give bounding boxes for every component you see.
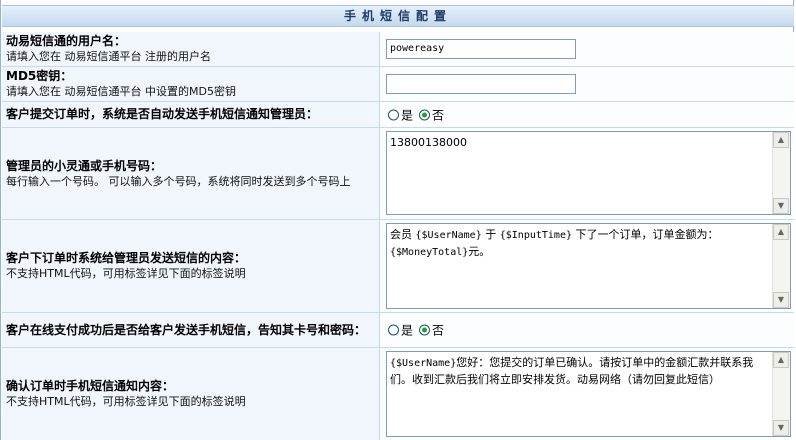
admin-phone-textarea[interactable]: 13800138000 ▲ ▼	[386, 131, 791, 215]
row-username: 动易短信通的用户名： 请填入您在 动易短信通平台 注册的用户名 powereas…	[2, 32, 794, 67]
scroll-up-icon[interactable]: ▲	[773, 352, 789, 368]
textarea-text: 13800138000	[390, 136, 467, 149]
radio-no[interactable]	[419, 324, 431, 336]
radio-yes[interactable]	[388, 109, 399, 120]
field-title: 客户提交订单时，系统是否自动发送手机短信通知管理员：	[6, 107, 319, 121]
username-input[interactable]: powereasy	[386, 39, 576, 59]
label-cell: 管理员的小灵通或手机号码： 每行输入一个号码。 可以输入多个号码，系统将同时发送…	[2, 128, 380, 219]
label-cell: 客户提交订单时，系统是否自动发送手机短信通知管理员：	[2, 102, 380, 127]
scroll-up-icon[interactable]: ▲	[773, 224, 789, 240]
scroll-down-icon[interactable]: ▼	[773, 420, 789, 436]
value-cell	[380, 67, 794, 101]
label-cell: 动易短信通的用户名： 请填入您在 动易短信通平台 注册的用户名	[2, 32, 380, 66]
confirm-message-textarea[interactable]: {$UserName}您好：您提交的订单已确认。请按订单中的金额汇款并联系我们。…	[386, 351, 791, 437]
radio-no-label: 否	[432, 108, 445, 122]
section-header: 手机短信配置	[2, 5, 794, 27]
field-title: 管理员的小灵通或手机号码：	[6, 158, 163, 173]
row-order-message: 客户下订单时系统给管理员发送短信的内容： 不支持HTML代码，可用标签详见下面的…	[2, 220, 794, 313]
scrollbar[interactable]: ▲ ▼	[772, 224, 790, 308]
label-cell: 客户在线支付成功后是否给客户发送手机短信，告知其卡号和密码：	[2, 313, 380, 347]
scrollbar[interactable]: ▲ ▼	[772, 352, 790, 436]
radio-no-label: 否	[432, 323, 445, 338]
value-cell: 13800138000 ▲ ▼	[380, 128, 794, 219]
scroll-up-icon[interactable]: ▲	[773, 132, 789, 148]
row-pay-notify: 客户在线支付成功后是否给客户发送手机短信，告知其卡号和密码： 是 否	[2, 313, 794, 348]
scrollbar[interactable]: ▲ ▼	[772, 132, 790, 214]
label-cell: 确认订单时手机短信通知内容： 不支持HTML代码，可用标签详见下面的标签说明	[2, 348, 380, 440]
scroll-down-icon[interactable]: ▼	[773, 292, 789, 308]
value-cell: 是 否	[380, 313, 794, 347]
field-description: 不支持HTML代码，可用标签详见下面的标签说明	[6, 267, 246, 280]
field-title: 客户在线支付成功后是否给客户发送手机短信，告知其卡号和密码：	[6, 322, 367, 337]
md5-key-input[interactable]	[386, 74, 576, 94]
radio-yes[interactable]	[388, 324, 399, 336]
radio-yes-label: 是	[401, 108, 414, 122]
textarea-text: {$UserName}您好：您提交的订单已确认。请按订单中的金额汇款并联系我们。…	[390, 356, 754, 386]
radio-yes-label: 是	[401, 323, 414, 338]
pay-notify-radio-group: 是 否	[388, 322, 444, 339]
scroll-down-icon[interactable]: ▼	[773, 198, 789, 214]
radio-no[interactable]	[419, 109, 431, 120]
label-cell: 客户下订单时系统给管理员发送短信的内容： 不支持HTML代码，可用标签详见下面的…	[2, 220, 380, 312]
row-confirm-message: 确认订单时手机短信通知内容： 不支持HTML代码，可用标签详见下面的标签说明 {…	[2, 348, 794, 440]
value-cell: powereasy	[380, 32, 794, 66]
value-cell: {$UserName}您好：您提交的订单已确认。请按订单中的金额汇款并联系我们。…	[380, 348, 794, 440]
value-cell: 是 否	[380, 102, 794, 127]
order-message-textarea[interactable]: 会员 {$UserName} 于 {$InputTime} 下了一个订单，订单金…	[386, 223, 791, 309]
field-title: MD5密钥：	[6, 69, 73, 83]
field-description: 每行输入一个号码。 可以输入多个号码，系统将同时发送到多个号码上	[6, 174, 351, 188]
label-cell: MD5密钥： 请填入您在 动易短信通平台 中设置的MD5密钥	[2, 67, 380, 101]
row-md5-key: MD5密钥： 请填入您在 动易短信通平台 中设置的MD5密钥	[2, 67, 794, 102]
value-cell: 会员 {$UserName} 于 {$InputTime} 下了一个订单，订单金…	[380, 220, 794, 312]
textarea-text: 会员 {$UserName} 于 {$InputTime} 下了一个订单，订单金…	[390, 228, 719, 258]
field-title: 动易短信通的用户名：	[6, 34, 127, 48]
field-description: 请填入您在 动易短信通平台 中设置的MD5密钥	[6, 85, 236, 98]
field-title: 确认订单时手机短信通知内容：	[6, 379, 175, 393]
field-description: 请填入您在 动易短信通平台 注册的用户名	[6, 50, 211, 63]
row-admin-phone: 管理员的小灵通或手机号码： 每行输入一个号码。 可以输入多个号码，系统将同时发送…	[2, 128, 794, 220]
order-notify-radio-group: 是 否	[388, 106, 444, 123]
settings-panel: 手机短信配置 动易短信通的用户名： 请填入您在 动易短信通平台 注册的用户名 p…	[0, 0, 794, 440]
field-title: 客户下订单时系统给管理员发送短信的内容：	[6, 251, 247, 265]
row-order-notify: 客户提交订单时，系统是否自动发送手机短信通知管理员： 是 否	[2, 102, 794, 128]
field-description: 不支持HTML代码，可用标签详见下面的标签说明	[6, 395, 246, 408]
